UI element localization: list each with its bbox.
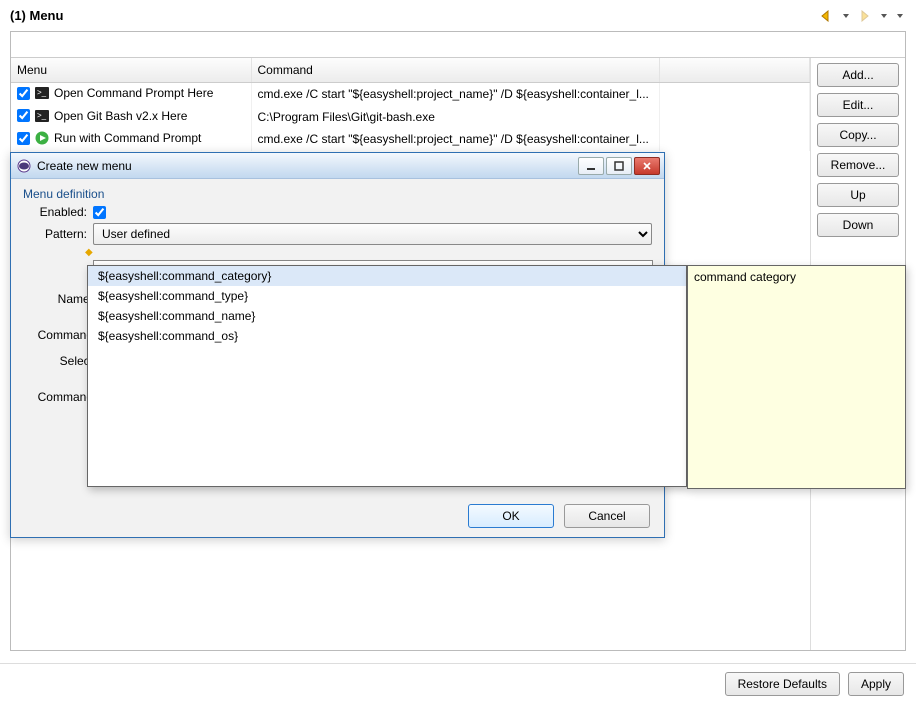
edit-button[interactable]: Edit...: [817, 93, 899, 117]
warning-icon: ◆: [85, 247, 93, 258]
eclipse-icon: [17, 159, 31, 173]
cancel-button[interactable]: Cancel: [564, 504, 650, 528]
enabled-label: Enabled:: [23, 205, 87, 219]
forward-button[interactable]: [856, 9, 874, 23]
close-button[interactable]: [634, 157, 660, 175]
back-menu[interactable]: [840, 9, 852, 23]
autocomplete-item[interactable]: ${easyshell:command_type}: [88, 286, 686, 306]
table-row[interactable]: Run with Command Prompt cmd.exe /C start…: [11, 128, 810, 151]
page-title: (1) Menu: [10, 8, 63, 23]
row-menu-label: Open Command Prompt Here: [54, 86, 213, 100]
dialog-title: Create new menu: [37, 159, 132, 173]
view-menu[interactable]: [894, 9, 906, 23]
svg-text:>_: >_: [37, 111, 47, 120]
ok-button[interactable]: OK: [468, 504, 554, 528]
row-command: cmd.exe /C start "${easyshell:project_na…: [251, 83, 660, 106]
apply-button[interactable]: Apply: [848, 672, 904, 696]
table-row[interactable]: >_ Open Command Prompt Here cmd.exe /C s…: [11, 83, 810, 106]
select-label: Select: [23, 350, 93, 372]
run-icon: [35, 131, 49, 145]
back-button[interactable]: [818, 9, 836, 23]
history-nav: [818, 9, 906, 23]
pattern-select[interactable]: User defined: [93, 223, 652, 245]
row-command: cmd.exe /C start "${easyshell:project_na…: [251, 128, 660, 151]
section-title: Menu definition: [23, 187, 652, 201]
terminal-icon: >_: [35, 109, 49, 123]
autocomplete-tooltip: command category: [687, 265, 906, 489]
row-menu-label: Open Git Bash v2.x Here: [54, 109, 187, 123]
up-button[interactable]: Up: [817, 183, 899, 207]
enabled-checkbox[interactable]: [93, 206, 106, 219]
autocomplete-item[interactable]: ${easyshell:command_category}: [88, 266, 686, 286]
add-button[interactable]: Add...: [817, 63, 899, 87]
filter-input[interactable]: [11, 32, 905, 58]
column-header-empty: [660, 58, 810, 83]
autocomplete-item[interactable]: ${easyshell:command_os}: [88, 326, 686, 346]
remove-button[interactable]: Remove...: [817, 153, 899, 177]
row-checkbox[interactable]: [17, 109, 30, 122]
row-command: C:\Program Files\Git\git-bash.exe: [251, 106, 660, 129]
column-header-menu[interactable]: Menu: [11, 58, 251, 83]
command2-label: Command: [23, 386, 93, 408]
column-header-command[interactable]: Command: [251, 58, 660, 83]
command-label: Command: [23, 324, 93, 346]
terminal-icon: >_: [35, 86, 49, 100]
maximize-button[interactable]: [606, 157, 632, 175]
row-checkbox[interactable]: [17, 132, 30, 145]
down-button[interactable]: Down: [817, 213, 899, 237]
restore-defaults-button[interactable]: Restore Defaults: [725, 672, 840, 696]
minimize-button[interactable]: [578, 157, 604, 175]
forward-menu[interactable]: [878, 9, 890, 23]
svg-text:>_: >_: [37, 88, 47, 97]
copy-button[interactable]: Copy...: [817, 123, 899, 147]
menu-table: Menu Command >_ Open Command Prompt Here…: [11, 58, 810, 151]
table-row[interactable]: >_ Open Git Bash v2.x Here C:\Program Fi…: [11, 106, 810, 129]
row-menu-label: Run with Command Prompt: [54, 131, 201, 145]
autocomplete-item[interactable]: ${easyshell:command_name}: [88, 306, 686, 326]
autocomplete-popup[interactable]: ${easyshell:command_category} ${easyshel…: [87, 265, 687, 487]
pattern-label: Pattern:: [23, 227, 87, 241]
row-checkbox[interactable]: [17, 87, 30, 100]
name-label: Name:: [23, 288, 93, 310]
